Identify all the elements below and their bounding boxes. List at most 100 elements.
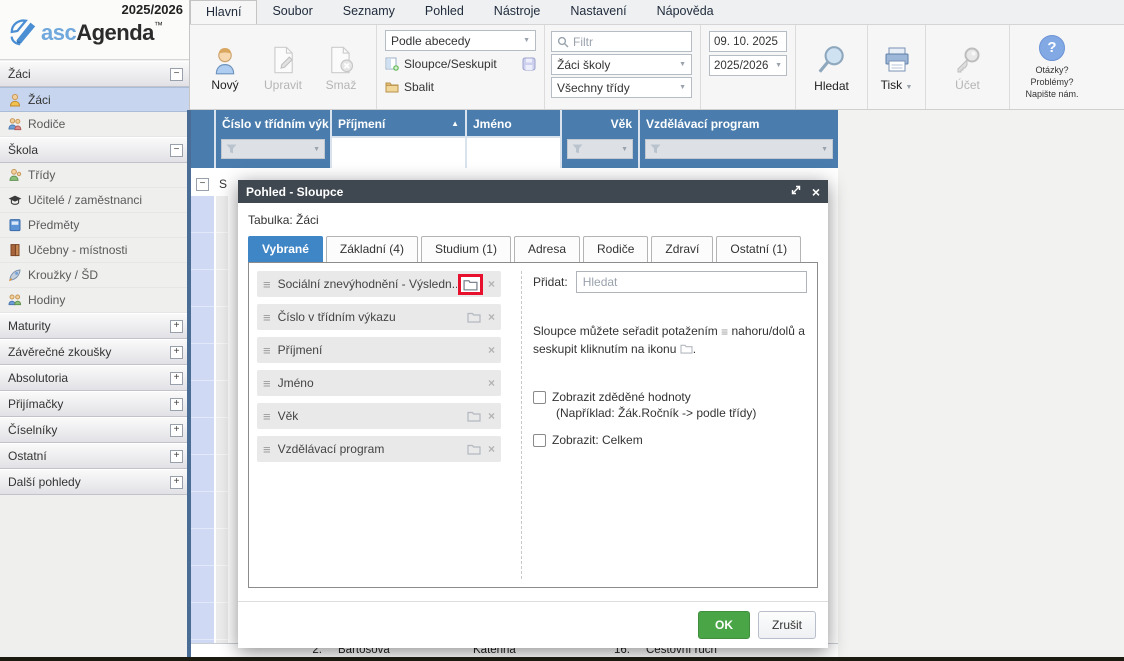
expand-icon[interactable]: +	[170, 476, 183, 489]
sidebar-section-ciselniky[interactable]: Číselníky +	[0, 417, 189, 443]
search-button[interactable]: Hledat	[796, 25, 867, 109]
drag-handle-icon[interactable]: ≡	[263, 277, 271, 292]
group-folder-icon[interactable]	[467, 410, 481, 422]
sidebar-section-prijimacky[interactable]: Přijímačky +	[0, 391, 189, 417]
sidebar-item-ucitele[interactable]: Učitelé / zaměstnanci	[0, 188, 189, 213]
account-button[interactable]: Účet	[939, 25, 997, 109]
date-field[interactable]: 09. 10. 2025	[709, 31, 787, 52]
sort-order-select[interactable]: Podle abecedy ▼	[385, 30, 536, 51]
sidebar-section-skola[interactable]: Škola −	[0, 137, 189, 163]
sidebar-item-rodice[interactable]: Rodiče	[0, 112, 189, 137]
new-button[interactable]: Nový	[196, 25, 254, 109]
column-item-program[interactable]: ≡ Vzdělávací program ×	[257, 436, 501, 462]
filter-program[interactable]: ▼	[645, 139, 833, 159]
group-folder-icon[interactable]	[463, 278, 478, 291]
column-item-prijmeni[interactable]: ≡ Příjmení ×	[257, 337, 501, 363]
close-icon[interactable]: ×	[812, 185, 820, 199]
column-item-socialni[interactable]: ≡ Sociální znevýhodnění - Výsledn... ×	[257, 271, 501, 297]
menu-tab-nastaveni[interactable]: Nastavení	[555, 0, 641, 24]
columns-group-button[interactable]: Sloupce/Seskupit	[385, 54, 536, 74]
add-column-search-input[interactable]	[576, 271, 807, 293]
print-button[interactable]: Tisk ▼	[868, 25, 925, 109]
dropdown-icon: ▼	[523, 37, 530, 44]
group-folder-icon[interactable]	[467, 443, 481, 455]
drag-handle-icon[interactable]: ≡	[263, 310, 271, 325]
sidebar-section-maturity[interactable]: Maturity +	[0, 313, 189, 339]
save-icon[interactable]	[522, 57, 536, 71]
expand-icon[interactable]: +	[170, 372, 183, 385]
collapse-icon[interactable]: −	[170, 144, 183, 157]
show-total-checkbox[interactable]	[533, 434, 546, 447]
quick-filter-input[interactable]: Filtr	[551, 31, 692, 52]
cancel-button[interactable]: Zrušit	[758, 611, 816, 639]
remove-icon[interactable]: ×	[488, 409, 495, 423]
filter-jmeno[interactable]	[467, 136, 560, 168]
column-vek[interactable]: Věk ▼	[560, 110, 638, 168]
remove-icon[interactable]: ×	[488, 376, 495, 390]
classes-select[interactable]: Všechny třídy ▼	[551, 77, 692, 98]
sidebar-item-krouzky[interactable]: Kroužky / ŠD	[0, 263, 189, 288]
edit-button[interactable]: Upravit	[254, 25, 312, 109]
sidebar-splitter[interactable]	[187, 110, 191, 657]
sidebar-item-hodiny[interactable]: Hodiny	[0, 288, 189, 313]
remove-icon[interactable]: ×	[488, 310, 495, 324]
tab-ostatni[interactable]: Ostatní (1)	[716, 236, 801, 262]
scope-select[interactable]: Žáci školy ▼	[551, 54, 692, 75]
sidebar-item-ucebny[interactable]: Učebny - místnosti	[0, 238, 189, 263]
dialog-titlebar[interactable]: Pohled - Sloupce ×	[238, 180, 828, 203]
tab-zdravi[interactable]: Zdraví	[651, 236, 713, 262]
tab-studium[interactable]: Studium (1)	[421, 236, 511, 262]
menu-tab-seznamy[interactable]: Seznamy	[328, 0, 410, 24]
sidebar-item-tridy[interactable]: Třídy	[0, 163, 189, 188]
column-item-vek[interactable]: ≡ Věk ×	[257, 403, 501, 429]
expand-icon[interactable]: +	[170, 346, 183, 359]
remove-icon[interactable]: ×	[488, 343, 495, 357]
drag-handle-icon[interactable]: ≡	[263, 343, 271, 358]
expand-icon[interactable]: +	[170, 450, 183, 463]
school-year-label: 2025/2026	[122, 2, 183, 17]
drag-handle-icon[interactable]: ≡	[263, 409, 271, 424]
filter-cislo[interactable]: ▼	[221, 139, 325, 159]
sidebar-section-dalsi-pohledy[interactable]: Další pohledy +	[0, 469, 189, 495]
tab-rodice[interactable]: Rodiče	[583, 236, 648, 262]
menu-tab-hlavni[interactable]: Hlavní	[190, 0, 257, 24]
menu-tab-pohled[interactable]: Pohled	[410, 0, 479, 24]
delete-button[interactable]: Smaž	[312, 25, 370, 109]
remove-icon[interactable]: ×	[488, 277, 495, 291]
maximize-icon[interactable]	[790, 184, 802, 199]
sidebar-section-absolutoria[interactable]: Absolutoria +	[0, 365, 189, 391]
tab-vybrane[interactable]: Vybrané	[248, 236, 323, 262]
tab-adresa[interactable]: Adresa	[514, 236, 580, 262]
sidebar-section-ostatni[interactable]: Ostatní +	[0, 443, 189, 469]
filter-vek[interactable]: ▼	[567, 139, 633, 159]
remove-icon[interactable]: ×	[488, 442, 495, 456]
column-prijmeni[interactable]: Příjmení ▲	[330, 110, 465, 168]
column-program[interactable]: Vzdělávací program ▼	[638, 110, 838, 168]
column-cislo[interactable]: Číslo v třídním výk ▼	[214, 110, 330, 168]
menu-tab-soubor[interactable]: Soubor	[257, 0, 327, 24]
group-folder-icon[interactable]	[467, 311, 481, 323]
show-inherited-checkbox[interactable]	[533, 391, 546, 404]
drag-handle-icon[interactable]: ≡	[263, 442, 271, 457]
school-year-select[interactable]: 2025/2026 ▼	[709, 55, 787, 76]
help-button[interactable]: ? Otázky? Problémy? Napište nám.	[1010, 25, 1094, 109]
ok-button[interactable]: OK	[698, 611, 750, 639]
sidebar-section-zaverecne-zkousky[interactable]: Závěrečné zkoušky +	[0, 339, 189, 365]
collapse-icon[interactable]: −	[170, 68, 183, 81]
expand-icon[interactable]: +	[170, 398, 183, 411]
filter-prijmeni[interactable]	[332, 136, 465, 168]
column-jmeno[interactable]: Jméno	[465, 110, 560, 168]
sidebar-item-predmety[interactable]: Předměty	[0, 213, 189, 238]
tab-zakladni[interactable]: Základní (4)	[326, 236, 418, 262]
drag-handle-icon[interactable]: ≡	[263, 376, 271, 391]
sidebar-section-zaci[interactable]: Žáci −	[0, 61, 189, 87]
column-item-cislo[interactable]: ≡ Číslo v třídním výkazu ×	[257, 304, 501, 330]
sidebar-item-zaci[interactable]: Žáci	[0, 87, 189, 112]
expand-icon[interactable]: +	[170, 424, 183, 437]
collapse-all-button[interactable]: Sbalit	[385, 77, 536, 97]
expand-icon[interactable]: +	[170, 320, 183, 333]
collapse-icon[interactable]: −	[196, 178, 209, 191]
menu-tab-nastroje[interactable]: Nástroje	[479, 0, 556, 24]
column-item-jmeno[interactable]: ≡ Jméno ×	[257, 370, 501, 396]
menu-tab-napoveda[interactable]: Nápověda	[642, 0, 729, 24]
